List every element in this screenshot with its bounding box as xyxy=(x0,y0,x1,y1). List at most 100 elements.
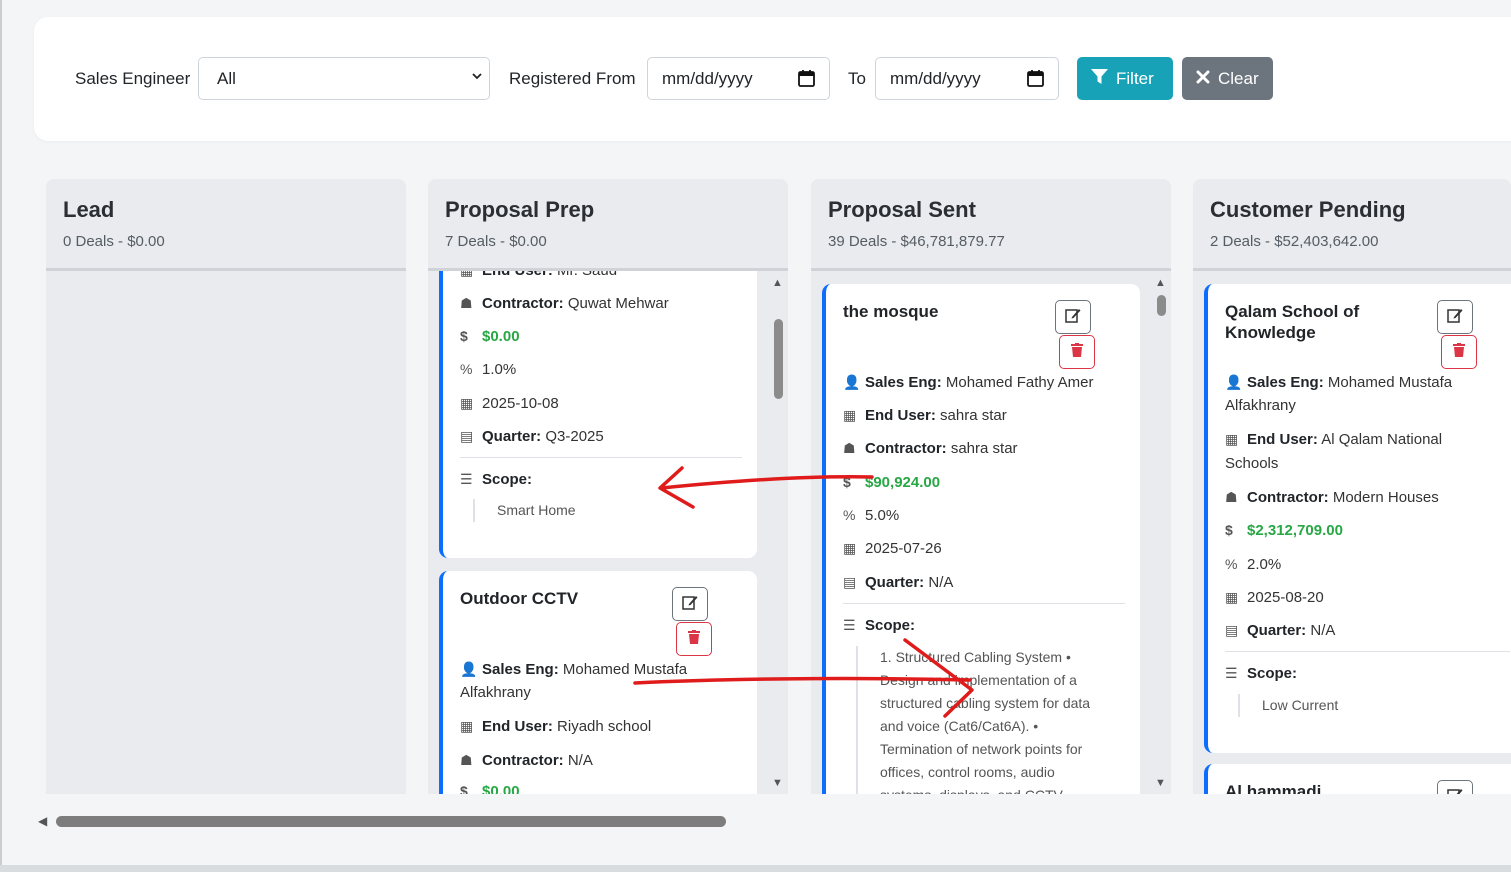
horizontal-scrollbar[interactable]: ◀ xyxy=(34,812,1511,832)
scope-row: ☰ Scope: xyxy=(460,467,730,493)
value-row: $ $90,924.00 xyxy=(843,470,1113,496)
clear-button[interactable]: Clear xyxy=(1182,57,1273,100)
dollar-icon: $ xyxy=(1225,522,1233,538)
scope-line: Design and implementation of a xyxy=(880,672,1077,688)
edit-icon xyxy=(1447,307,1463,328)
vertical-scrollbar[interactable]: ▲ ▼ xyxy=(770,273,786,794)
scope-row: ☰ Scope: xyxy=(843,613,1113,639)
list-check-icon: ☰ xyxy=(1225,665,1238,681)
user-tie-icon: 👤 xyxy=(1225,374,1243,390)
column-body xyxy=(46,271,406,794)
edit-button[interactable] xyxy=(1437,300,1473,334)
column-title: Proposal Sent xyxy=(828,197,976,222)
filter-button[interactable]: Filter xyxy=(1077,57,1173,100)
calendar-picker-icon[interactable] xyxy=(1027,69,1044,87)
scope-line: 1. Structured Cabling System • xyxy=(880,649,1071,665)
funnel-icon xyxy=(1091,68,1108,90)
registered-to-date-input[interactable]: mm/dd/yyyy xyxy=(875,57,1059,100)
to-label: To xyxy=(848,69,866,88)
window-edge xyxy=(0,0,2,872)
scope-row: ☰ Scope: xyxy=(1225,661,1495,687)
edit-button[interactable] xyxy=(672,587,708,621)
probability-row: % 5.0% xyxy=(843,503,1113,529)
contractor-row: ☗ Contractor: N/A xyxy=(460,748,730,774)
registered-from-date-input[interactable]: mm/dd/yyyy xyxy=(647,57,830,100)
delete-button[interactable] xyxy=(676,622,712,656)
edit-button[interactable] xyxy=(1437,780,1473,794)
scope-text: Low Current xyxy=(1238,694,1338,717)
date-row: ▦ 2025-10-08 xyxy=(460,391,730,417)
scroll-down-icon[interactable]: ▼ xyxy=(1155,777,1166,789)
hard-hat-icon: ☗ xyxy=(460,295,473,311)
date-row: ▦ 2025-07-26 xyxy=(843,536,1113,562)
scope-line: structured cabling system for data xyxy=(880,695,1091,711)
deal-card[interactable]: the mosque 👤 Sales Eng: Mohamed Fathy Ame… xyxy=(822,284,1140,794)
filter-button-label: Filter xyxy=(1116,68,1154,88)
date-row: ▦ 2025-08-20 xyxy=(1225,585,1495,611)
edit-icon xyxy=(1447,787,1463,794)
building-icon: ▦ xyxy=(460,718,474,734)
end-user-row: ▦ End User: sahra star xyxy=(843,403,1113,429)
edit-button[interactable] xyxy=(1055,300,1091,334)
column-header: Lead 0 Deals - $0.00 xyxy=(46,179,406,271)
deal-card[interactable]: ▦End User: Mr. Saud ☗Contractor: Quwat M… xyxy=(439,271,757,558)
divider xyxy=(1225,651,1510,652)
calendar-icon: ▤ xyxy=(843,574,857,590)
sales-engineer-select[interactable]: All xyxy=(198,57,490,100)
quarter-row: ▤ Quarter: Q3-2025 xyxy=(460,424,730,450)
column-proposal-sent: Proposal Sent 39 Deals - $46,781,879.77 … xyxy=(811,179,1171,794)
scroll-up-icon[interactable]: ▲ xyxy=(772,277,783,289)
clear-button-label: Clear xyxy=(1218,68,1259,88)
value-row: $ $0.00 xyxy=(460,779,730,794)
trash-icon xyxy=(688,629,700,649)
building-icon: ▦ xyxy=(460,271,482,283)
end-user-row: ▦ End User: Al Qalam National xyxy=(1225,427,1495,453)
scope-line: and voice (Cat6/Cat6A). • xyxy=(880,718,1039,734)
delete-button[interactable] xyxy=(1441,335,1477,369)
deal-card[interactable]: Al hammadi xyxy=(1204,764,1511,794)
column-body: Qalam School of Knowledge 👤 Sales Eng: Mo… xyxy=(1193,271,1511,794)
deal-card[interactable]: Outdoor CCTV 👤 Sales Eng: Mohamed Mustafa… xyxy=(439,571,757,794)
hard-hat-icon: ☗ xyxy=(843,440,856,456)
scrollbar-thumb[interactable] xyxy=(1157,295,1166,316)
date-placeholder: mm/dd/yyyy xyxy=(890,69,981,88)
chevron-down-icon xyxy=(471,70,483,85)
scrollbar-thumb[interactable] xyxy=(56,816,726,827)
sales-eng-row-cont: Alfakhrany xyxy=(1225,397,1296,414)
scope-text: 1. Structured Cabling System • Design an… xyxy=(856,646,1121,794)
quarter-row: ▤ Quarter: N/A xyxy=(843,570,1113,596)
column-body: ▦End User: Mr. Saud ☗Contractor: Quwat M… xyxy=(428,271,788,794)
column-body: the mosque 👤 Sales Eng: Mohamed Fathy Ame… xyxy=(811,271,1171,794)
sales-eng-row-cont: Alfakhrany xyxy=(460,684,531,701)
building-icon: ▦ xyxy=(843,407,857,423)
calendar-icon: ▤ xyxy=(1225,622,1239,638)
column-header: Proposal Prep 7 Deals - $0.00 xyxy=(428,179,788,271)
sales-eng-row: 👤 Sales Eng: Mohamed Mustafa xyxy=(1225,370,1495,396)
calendar-picker-icon[interactable] xyxy=(798,69,815,87)
edit-icon xyxy=(682,594,698,615)
contractor-row: ☗ Contractor: Quwat Mehwar xyxy=(460,291,730,317)
scrollbar-thumb[interactable] xyxy=(774,319,783,399)
divider xyxy=(843,603,1125,604)
contractor-row: ☗ Contractor: sahra star xyxy=(843,436,1113,462)
dollar-icon: $ xyxy=(843,474,851,490)
delete-button[interactable] xyxy=(1059,335,1095,369)
deal-card[interactable]: Qalam School of Knowledge 👤 Sales Eng: Mo… xyxy=(1204,284,1511,753)
list-check-icon: ☰ xyxy=(460,471,473,487)
calendar-icon: ▤ xyxy=(460,428,474,444)
probability-row: % 1.0% xyxy=(460,357,730,383)
scope-text: Smart Home xyxy=(473,499,576,522)
column-title: Proposal Prep xyxy=(445,197,595,222)
scroll-up-icon[interactable]: ▲ xyxy=(1155,277,1166,289)
edit-icon xyxy=(1065,307,1081,328)
percent-icon: % xyxy=(843,507,856,523)
end-user-row: ▦End User: Mr. Saud xyxy=(460,271,730,284)
scroll-left-icon[interactable]: ◀ xyxy=(38,814,47,828)
end-user-row-cont: Schools xyxy=(1225,455,1279,472)
date-placeholder: mm/dd/yyyy xyxy=(662,69,753,88)
scroll-down-icon[interactable]: ▼ xyxy=(772,777,783,789)
column-summary: 0 Deals - $0.00 xyxy=(63,233,165,250)
vertical-scrollbar[interactable]: ▲ ▼ xyxy=(1153,273,1169,794)
trash-icon xyxy=(1453,342,1465,362)
divider xyxy=(460,457,742,458)
